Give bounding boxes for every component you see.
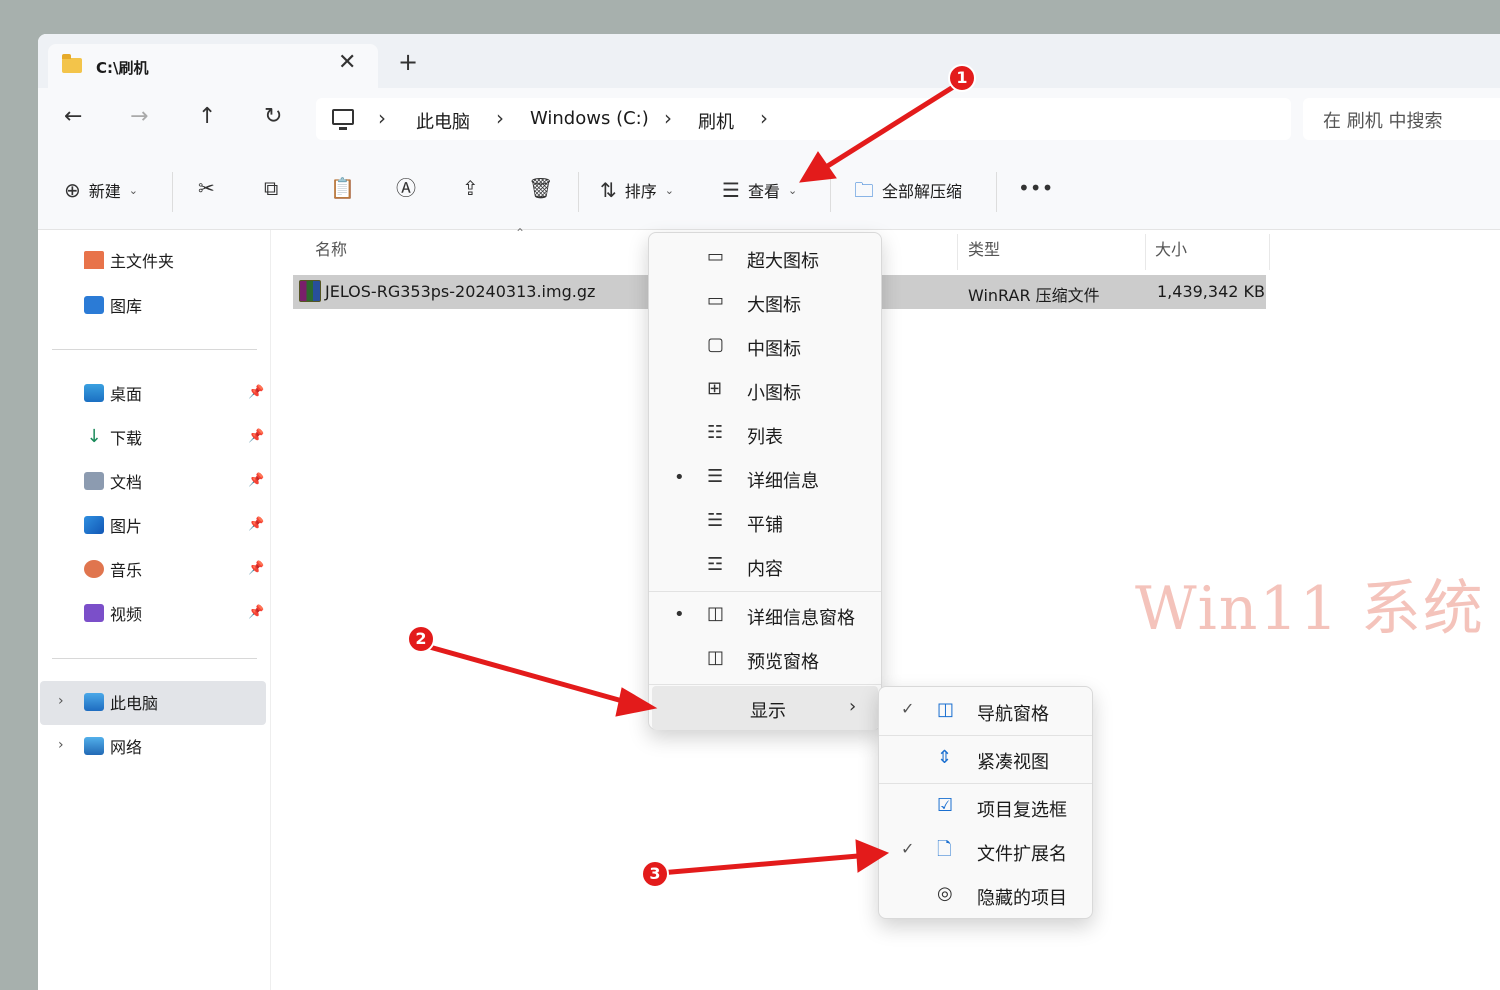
annotation-arrowhead-2 bbox=[615, 687, 658, 717]
annotation-arrowhead-3 bbox=[855, 839, 890, 873]
annotation-arrow-3 bbox=[659, 853, 859, 876]
annotation-badge-1: 1 bbox=[948, 64, 976, 92]
annotation-arrow-2 bbox=[425, 643, 627, 705]
annotation-arrow-1 bbox=[824, 81, 960, 170]
annotation-arrows bbox=[425, 81, 960, 876]
annotation-badge-2: 2 bbox=[407, 625, 435, 653]
annotation-badge-3: 3 bbox=[641, 860, 669, 888]
